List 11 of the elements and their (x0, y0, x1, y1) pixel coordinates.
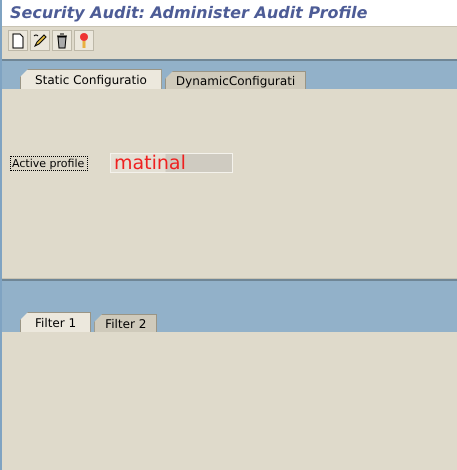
field-label: Active profile (10, 156, 88, 170)
window-title: Security Audit: Administer Audit Profile (10, 3, 368, 22)
delete-button[interactable] (52, 30, 72, 51)
tab[interactable]: Filter 1 (20, 312, 92, 332)
pencil-icon (31, 32, 49, 50)
tab[interactable]: Static Configuratio (20, 69, 162, 89)
tab[interactable]: DynamicConfigurati (164, 71, 306, 89)
new-button[interactable] (8, 30, 28, 51)
edit-button[interactable] (30, 30, 50, 51)
pin-icon (80, 33, 88, 48)
tab[interactable]: Filter 2 (94, 314, 158, 332)
